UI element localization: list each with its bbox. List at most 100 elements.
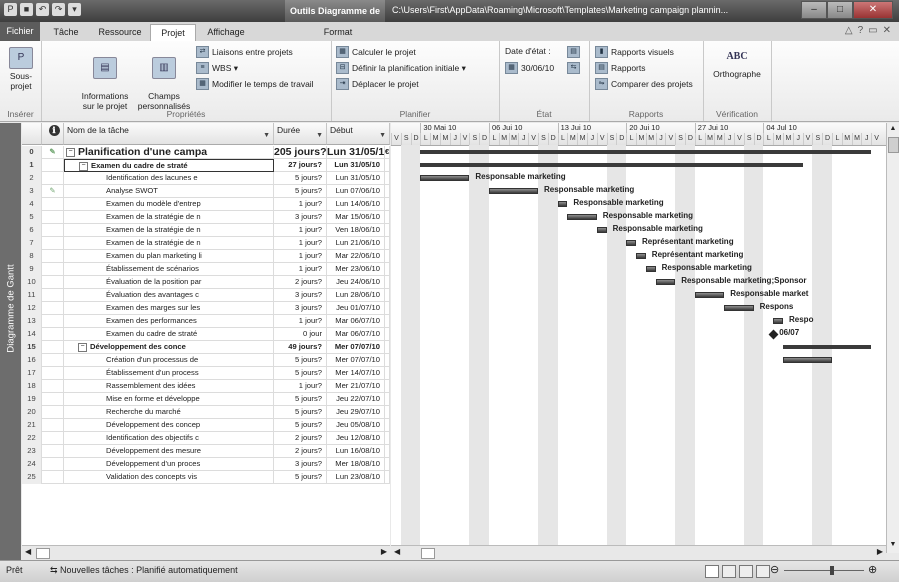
- close-doc-icon[interactable]: ✕: [883, 25, 891, 36]
- zoom-in-icon[interactable]: ⊕: [868, 563, 877, 576]
- task-name-cell[interactable]: Mise en forme et développe: [64, 393, 274, 406]
- customize-qat-icon[interactable]: ▾: [68, 3, 81, 16]
- start-cell[interactable]: Mer 21/07/10: [327, 380, 385, 393]
- help-icon[interactable]: ?: [858, 25, 864, 36]
- row-id-cell[interactable]: 17: [22, 367, 42, 380]
- duration-cell[interactable]: 1 jour?: [274, 315, 327, 328]
- task-name-cell[interactable]: Développement d'un proces: [64, 458, 274, 471]
- task-row[interactable]: 5 Examen de la stratégie de n3 jours? Mar …: [22, 211, 390, 224]
- indicator-cell[interactable]: [42, 445, 64, 458]
- task-bar[interactable]: [645, 266, 656, 272]
- undo-icon[interactable]: ↶: [36, 3, 49, 16]
- indicator-cell[interactable]: [42, 289, 64, 302]
- start-cell[interactable]: Lun 21/06/10: [327, 237, 385, 250]
- indicator-cell[interactable]: ✎: [42, 146, 64, 159]
- deplacer-button[interactable]: ⇥ Déplacer le projet: [336, 78, 419, 90]
- task-name-cell[interactable]: Recherche du marché: [64, 406, 274, 419]
- task-name-cell[interactable]: Examen de la stratégie de n: [64, 224, 274, 237]
- indicator-cell[interactable]: [42, 302, 64, 315]
- scroll-down-icon[interactable]: ▼: [888, 541, 898, 551]
- task-row[interactable]: 12 Examen des marges sur les 3 jours? Jeu 0…: [22, 302, 390, 315]
- duration-cell[interactable]: 3 jours?: [274, 302, 327, 315]
- task-row[interactable]: 8 Examen du plan marketing li 1 jour? Mar 2…: [22, 250, 390, 263]
- row-id-cell[interactable]: 2: [22, 172, 42, 185]
- row-id-cell[interactable]: 22: [22, 432, 42, 445]
- sync-button[interactable]: ⇆: [567, 62, 580, 74]
- duration-cell[interactable]: 5 jours?: [274, 393, 327, 406]
- task-row[interactable]: 19 Mise en forme et développe 5 jours? Jeu …: [22, 393, 390, 406]
- definir-button[interactable]: ⊟ Définir la planification initiale ▾: [336, 62, 466, 74]
- duration-cell[interactable]: 3 jours?: [274, 211, 327, 224]
- extra-cell[interactable]: [385, 250, 390, 263]
- task-bar[interactable]: [773, 318, 783, 324]
- liaisons-button[interactable]: ⇄ Liaisons entre projets: [196, 46, 293, 58]
- row-id-cell[interactable]: 24: [22, 458, 42, 471]
- row-id-cell[interactable]: 15: [22, 341, 42, 354]
- task-row[interactable]: 11 Évaluation des avantages c3 jours? Lun …: [22, 289, 390, 302]
- comparer-button[interactable]: ⇋ Comparer des projets: [595, 78, 693, 90]
- summary-bar[interactable]: [420, 150, 871, 154]
- scroll-up-icon[interactable]: ▲: [888, 125, 898, 135]
- indicator-cell[interactable]: [42, 419, 64, 432]
- start-cell[interactable]: Jeu 29/07/10: [327, 406, 385, 419]
- date-etat-field[interactable]: ▦ 30/06/10: [505, 62, 554, 74]
- start-cell[interactable]: Lun 07/06/10: [327, 185, 385, 198]
- task-row[interactable]: 7 Examen de la stratégie de n1 jour? Lun 2…: [22, 237, 390, 250]
- task-row[interactable]: 22 Identification des objectifs c2 jours?…: [22, 432, 390, 445]
- row-id-cell[interactable]: 23: [22, 445, 42, 458]
- indicator-cell[interactable]: [42, 432, 64, 445]
- row-id-cell[interactable]: 21: [22, 419, 42, 432]
- extra-cell[interactable]: [385, 471, 390, 484]
- rapports-visuels-button[interactable]: ▮ Rapports visuels: [595, 46, 674, 58]
- row-id-cell[interactable]: 11: [22, 289, 42, 302]
- duration-cell[interactable]: 2 jours?: [274, 276, 327, 289]
- indicator-cell[interactable]: [42, 380, 64, 393]
- task-name-cell[interactable]: Établissement de scénarios: [64, 263, 274, 276]
- task-row[interactable]: 14 Examen du cadre de straté 0 jour Mar 06/…: [22, 328, 390, 341]
- task-name-cell[interactable]: − Développement des conce: [64, 341, 274, 354]
- scroll-thumb[interactable]: [888, 137, 899, 153]
- extra-cell[interactable]: [385, 159, 390, 172]
- row-id-cell[interactable]: 19: [22, 393, 42, 406]
- duration-cell[interactable]: 1 jour?: [274, 263, 327, 276]
- extra-cell[interactable]: [385, 172, 390, 185]
- task-bar[interactable]: [694, 292, 725, 298]
- scroll-right-icon[interactable]: ▶: [381, 547, 387, 556]
- task-name-cell[interactable]: Examen du plan marketing li: [64, 250, 274, 263]
- task-name-cell[interactable]: Examen de la stratégie de n: [64, 211, 274, 224]
- duration-cell[interactable]: 5 jours?: [274, 471, 327, 484]
- row-id-cell[interactable]: 6: [22, 224, 42, 237]
- start-cell[interactable]: Mar 15/06/10: [327, 211, 385, 224]
- row-id-cell[interactable]: 12: [22, 302, 42, 315]
- scroll-thumb[interactable]: [36, 548, 50, 559]
- duration-cell[interactable]: 5 jours?: [274, 367, 327, 380]
- extra-cell[interactable]: €: [385, 146, 390, 159]
- row-id-cell[interactable]: 5: [22, 211, 42, 224]
- task-row[interactable]: 0 ✎ − Planification d'une campa 205 jours? Lu…: [22, 146, 390, 159]
- extra-cell[interactable]: [385, 211, 390, 224]
- duration-header[interactable]: Durée ▼: [274, 123, 327, 145]
- start-cell[interactable]: Lun 28/06/10: [327, 289, 385, 302]
- extra-cell[interactable]: [385, 432, 390, 445]
- indicator-cell[interactable]: [42, 211, 64, 224]
- vertical-scrollbar[interactable]: ▲ ▼: [886, 123, 899, 553]
- scroll-left-icon[interactable]: ◀: [394, 547, 400, 556]
- start-cell[interactable]: Jeu 12/08/10: [327, 432, 385, 445]
- duration-cell[interactable]: 27 jours?: [274, 159, 327, 172]
- tab-format[interactable]: Format: [318, 24, 358, 41]
- extra-cell[interactable]: [385, 237, 390, 250]
- collapse-icon[interactable]: −: [78, 342, 87, 352]
- indicator-cell[interactable]: [42, 367, 64, 380]
- champs-button[interactable]: ▥ Champs personnalisés: [135, 47, 193, 111]
- task-bar[interactable]: [655, 279, 676, 285]
- indicator-cell[interactable]: [42, 237, 64, 250]
- extra-cell[interactable]: [385, 380, 390, 393]
- task-name-cell[interactable]: Analyse SWOT: [64, 185, 274, 198]
- indicator-cell[interactable]: [42, 406, 64, 419]
- task-row[interactable]: 24 Développement d'un proces 3 jours? Mer 1…: [22, 458, 390, 471]
- indicator-cell[interactable]: [42, 458, 64, 471]
- extra-cell[interactable]: [385, 406, 390, 419]
- row-id-cell[interactable]: 8: [22, 250, 42, 263]
- task-row[interactable]: 3 ✎ Analyse SWOT 5 jours? Lun 07/06/10: [22, 185, 390, 198]
- start-cell[interactable]: Lun 23/08/10: [327, 471, 385, 484]
